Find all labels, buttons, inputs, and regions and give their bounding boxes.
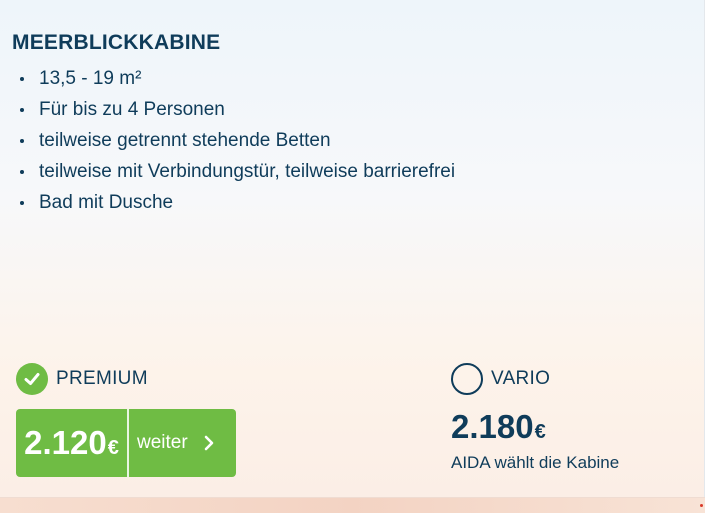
weiter-label: weiter [137, 432, 188, 453]
cabin-card: MEERBLICKKABINE 13,5 - 19 m² Für bis zu … [0, 0, 705, 497]
premium-tariff-option[interactable]: PREMIUM [16, 363, 148, 395]
feature-item: teilweise mit Verbindungstür, teilweise … [18, 160, 455, 191]
footer-strip [0, 497, 705, 513]
feature-text: teilweise getrennt stehende Betten [39, 130, 331, 151]
feature-text: Bad mit Dusche [39, 192, 174, 213]
vario-currency: € [534, 421, 546, 443]
premium-continue-button[interactable]: 2.120 € weiter [16, 409, 236, 477]
chevron-right-icon [204, 435, 214, 451]
vario-label: VARIO [491, 368, 551, 389]
premium-label: PREMIUM [56, 368, 148, 389]
corner-dot [700, 504, 703, 507]
bullet-icon [20, 170, 24, 174]
feature-item: teilweise getrennt stehende Betten [18, 129, 455, 160]
feature-text: Für bis zu 4 Personen [39, 99, 225, 120]
feature-text: 13,5 - 19 m² [39, 68, 142, 89]
vario-price-value: 2.180 [451, 408, 534, 445]
vario-note: AIDA wählt die Kabine [451, 453, 620, 472]
premium-currency: € [107, 436, 119, 459]
feature-item: Bad mit Dusche [18, 191, 455, 222]
bullet-icon [20, 108, 24, 112]
premium-price-value: 2.120 [24, 424, 107, 461]
check-circle-icon[interactable] [16, 363, 48, 395]
feature-list: 13,5 - 19 m² Für bis zu 4 Personen teilw… [18, 67, 455, 222]
premium-price: 2.120 € [16, 409, 127, 477]
vario-price: 2.180€ [451, 408, 546, 446]
feature-text: teilweise mit Verbindungstür, teilweise … [39, 161, 456, 182]
weiter-link[interactable]: weiter [129, 409, 236, 477]
bullet-icon [20, 77, 24, 81]
cabin-title: MEERBLICKKABINE [12, 31, 221, 54]
feature-item: 13,5 - 19 m² [18, 67, 455, 98]
feature-item: Für bis zu 4 Personen [18, 98, 455, 129]
bullet-icon [20, 201, 24, 205]
empty-radio-icon[interactable] [451, 363, 483, 395]
vario-tariff-option[interactable]: VARIO [451, 363, 550, 395]
button-divider [127, 409, 129, 477]
bullet-icon [20, 139, 24, 143]
checkmark-icon [24, 373, 40, 385]
